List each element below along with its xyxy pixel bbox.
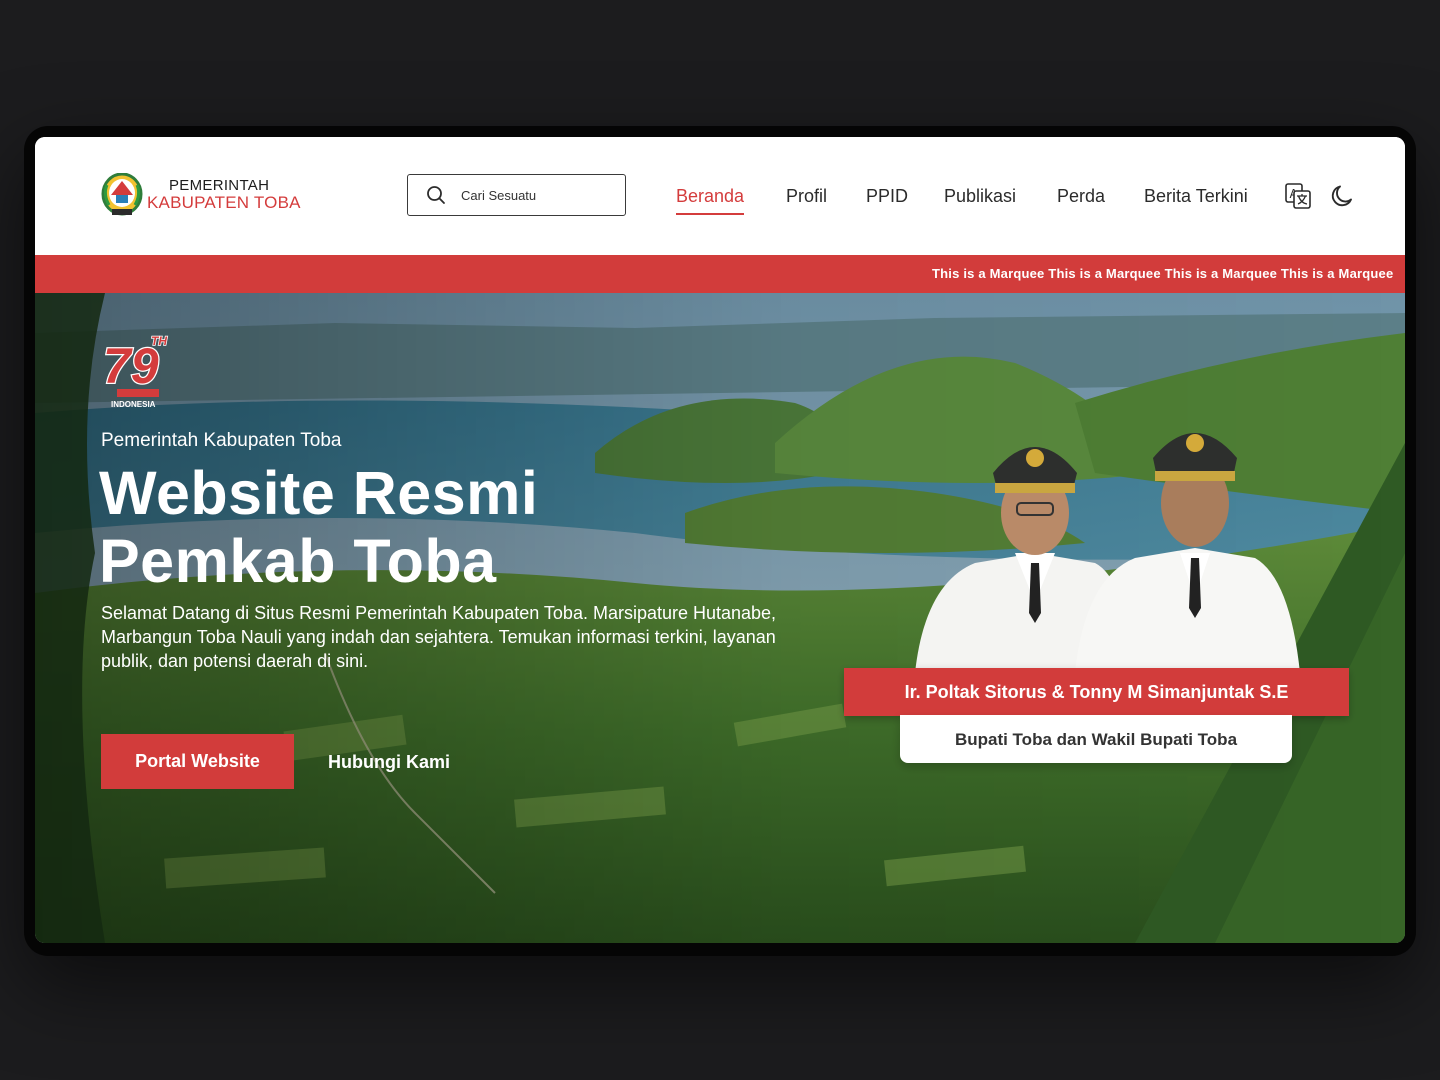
nav-item-publikasi[interactable]: Publikasi (944, 186, 1016, 207)
hero-section: 79 TH INDONESIA Pemerintah Kabupaten Tob… (35, 293, 1405, 943)
hero-title-line1: Website Resmi (99, 459, 539, 527)
svg-text:TH: TH (151, 334, 167, 348)
nav-label: Publikasi (944, 186, 1017, 206)
nav-label: PPID (866, 186, 909, 206)
marquee-text: This is a Marquee This is a Marquee This… (932, 266, 1394, 281)
nav-item-perda[interactable]: Perda (1057, 186, 1105, 207)
nav-label: Berita Terkini (1144, 186, 1248, 206)
logo-title-line2: KABUPATEN TOBA (147, 192, 301, 212)
hero-description: Selamat Datang di Situs Resmi Pemerintah… (101, 603, 777, 671)
leaders-name: Ir. Poltak Sitorus & Tonny M Simanjuntak… (904, 682, 1289, 702)
search-icon (427, 186, 445, 204)
hero-title: Website Resmi Pemkab Toba (99, 459, 799, 595)
translate-icon[interactable]: A (1285, 183, 1311, 209)
nav-item-profil[interactable]: Profil (786, 186, 827, 207)
hero-title-line2: Pemkab Toba (99, 527, 497, 595)
logo-title-line1: PEMERINTAH (169, 177, 270, 195)
site-header: PEMERINTAH KABUPATEN TOBA Beranda Profil (35, 137, 1405, 255)
moon-icon[interactable] (1330, 183, 1356, 209)
browser-screen: PEMERINTAH KABUPATEN TOBA Beranda Profil (35, 137, 1405, 943)
nav-label: Beranda (676, 186, 745, 206)
contact-us-link[interactable]: Hubungi Kami (328, 752, 450, 773)
svg-text:INDONESIA: INDONESIA (111, 400, 156, 409)
nav-label: Profil (786, 186, 828, 206)
leaders-name-banner: Ir. Poltak Sitorus & Tonny M Simanjuntak… (844, 668, 1349, 716)
search-input[interactable] (459, 186, 613, 204)
regent-and-vice-regent-photo (915, 433, 1300, 673)
portal-website-button[interactable]: Portal Website (101, 734, 294, 789)
nav-item-beranda[interactable]: Beranda (676, 186, 745, 215)
device-frame: PEMERINTAH KABUPATEN TOBA Beranda Profil (24, 126, 1416, 956)
nav-item-berita-terkini[interactable]: Berita Terkini (1144, 186, 1248, 207)
kabupaten-emblem-icon (101, 173, 143, 216)
nav-label: Perda (1057, 186, 1106, 206)
active-nav-underline (676, 213, 745, 215)
leaders-role-card: Bupati Toba dan Wakil Bupati Toba (900, 715, 1292, 763)
site-logo[interactable]: PEMERINTAH KABUPATEN TOBA (101, 173, 301, 217)
hero-subtitle: Pemerintah Kabupaten Toba (101, 430, 342, 451)
leaders-role: Bupati Toba dan Wakil Bupati Toba (954, 730, 1238, 749)
79th-indonesia-anniversary-badge: 79 TH INDONESIA (102, 333, 168, 409)
nav-item-ppid[interactable]: PPID (866, 186, 908, 207)
search-box[interactable] (407, 174, 626, 216)
announcement-marquee: This is a Marquee This is a Marquee This… (35, 255, 1405, 293)
